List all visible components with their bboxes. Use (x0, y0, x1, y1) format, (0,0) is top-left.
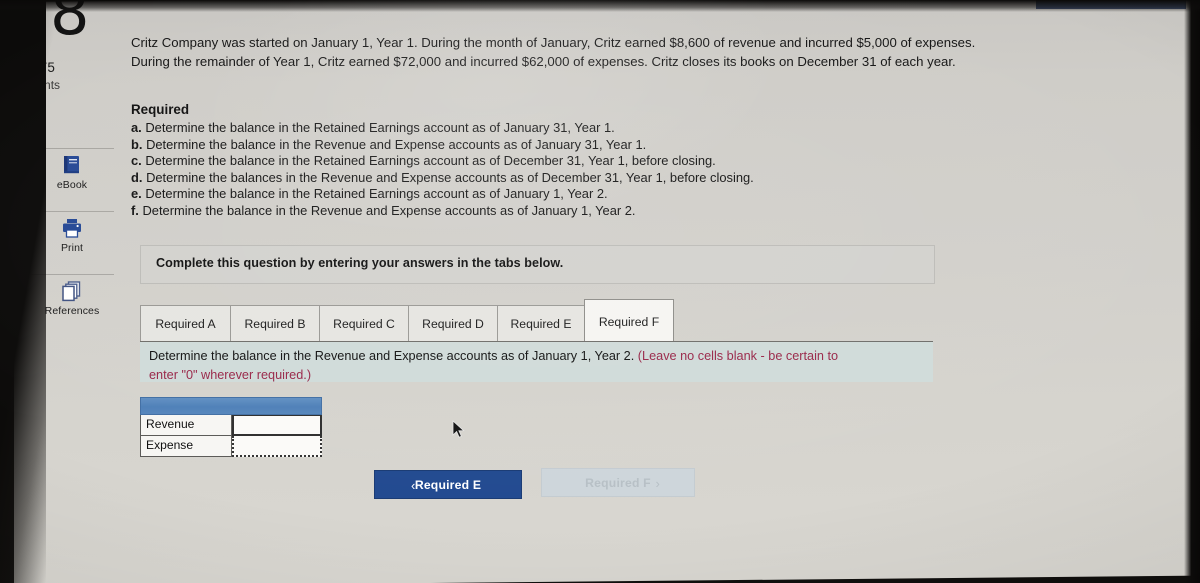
answer-instruction-hint: (Leave no cells blank - be certain to (637, 349, 839, 363)
tab-required-e[interactable]: Required E (497, 305, 585, 341)
requirement-item: e. Determine the balance in the Retained… (131, 186, 931, 203)
revenue-input[interactable] (232, 415, 322, 436)
requirement-text: Determine the balances in the Revenue an… (146, 169, 754, 185)
tab-required-a[interactable]: Required A (140, 305, 231, 341)
requirement-letter: a. (131, 120, 142, 135)
complete-question-banner-text: Complete this question by entering your … (156, 256, 564, 270)
answer-grid: Revenue Expense (140, 397, 322, 457)
top-navy-strip (1036, 0, 1186, 9)
answer-instruction-text: Determine the balance in the Revenue and… (149, 349, 635, 363)
next-required-f-label: Required F (585, 476, 651, 490)
answer-instruction-panel: Determine the balance in the Revenue and… (140, 341, 933, 382)
question-prompt: Critz Company was started on January 1, … (131, 35, 976, 69)
requirement-text: Determine the balance in the Retained Ea… (145, 120, 615, 135)
requirement-letter: d. (131, 169, 143, 185)
requirement-letter: b. (131, 136, 143, 152)
mouse-cursor (452, 420, 466, 445)
requirement-item: c. Determine the balance in the Retained… (131, 153, 931, 170)
tab-required-c[interactable]: Required C (319, 305, 409, 341)
answer-grid-label-expense: Expense (140, 436, 232, 457)
table-row: Expense (140, 436, 322, 457)
requirement-item: f. Determine the balance in the Revenue … (131, 203, 931, 220)
requirement-item: b. Determine the balance in the Revenue … (131, 137, 931, 154)
next-required-f-button[interactable]: Required F › (541, 468, 695, 497)
requirement-item: d. Determine the balances in the Revenue… (131, 170, 931, 187)
answer-instruction-line: Determine the balance in the Revenue and… (149, 349, 838, 363)
prev-required-e-button[interactable]: ‹ Required E (374, 470, 522, 499)
answer-grid-header (140, 397, 322, 415)
chevron-left-icon: ‹ (411, 478, 416, 493)
requirement-text: Determine the balance in the Retained Ea… (145, 186, 608, 202)
answer-grid-label-revenue: Revenue (140, 415, 232, 436)
requirement-item: a. Determine the balance in the Retained… (131, 120, 931, 137)
required-heading: Required (131, 102, 190, 117)
table-row: Revenue (140, 415, 322, 436)
prev-required-e-label: Required E (414, 478, 482, 492)
application-content: 8 3.75 points eBook Print References Cri… (0, 0, 1200, 583)
requirement-letter: c. (131, 153, 142, 169)
requirement-text: Determine the balance in the Revenue and… (146, 136, 647, 152)
tab-required-f[interactable]: Required F (584, 299, 674, 341)
expense-input[interactable] (232, 436, 322, 457)
requirement-text: Determine the balance in the Retained Ea… (145, 153, 716, 169)
requirement-letter: f. (131, 202, 139, 218)
tab-required-b[interactable]: Required B (230, 305, 320, 341)
requirements-list: a. Determine the balance in the Retained… (131, 120, 931, 220)
screen-photo-frame: 8 3.75 points eBook Print References Cri… (0, 0, 1200, 583)
requirement-text: Determine the balance in the Revenue and… (142, 202, 636, 218)
chevron-right-icon: › (655, 476, 660, 491)
requirement-letter: e. (131, 186, 142, 202)
complete-question-banner: Complete this question by entering your … (140, 245, 935, 284)
question-main-column: Critz Company was started on January 1, … (0, 0, 1200, 583)
required-tabs: Required A Required B Required C Require… (140, 299, 933, 341)
answer-instruction-hint-line2: enter "0" wherever required.) (149, 368, 312, 382)
tab-required-d[interactable]: Required D (408, 305, 498, 341)
